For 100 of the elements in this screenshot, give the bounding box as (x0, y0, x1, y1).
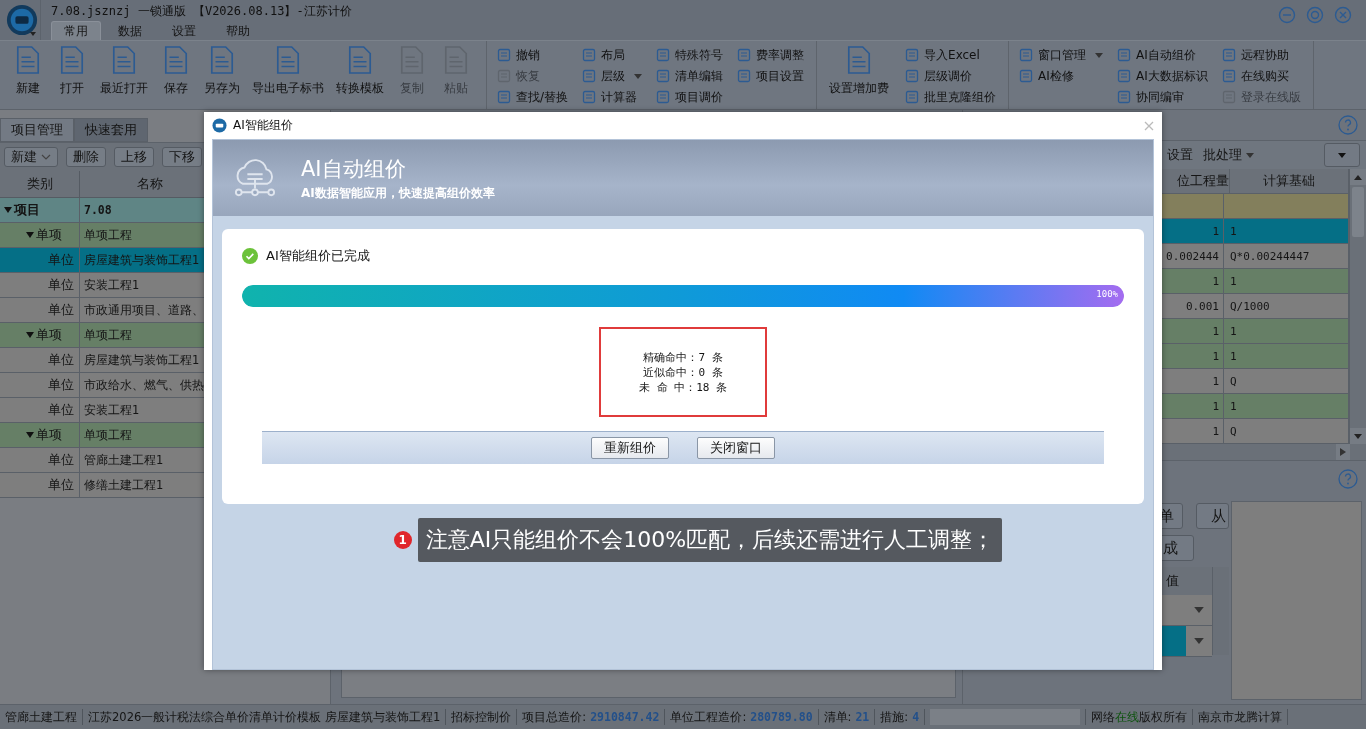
up-arrow-icon[interactable] (1354, 174, 1362, 180)
close-icon[interactable] (1144, 120, 1154, 131)
right-arrow-icon[interactable] (1340, 448, 1346, 456)
toolbar-button[interactable]: 查找/替换 (495, 87, 571, 107)
step-badge: 1 (393, 531, 412, 549)
table-cell: 1 (1212, 349, 1219, 363)
table-cell: 单项 (36, 326, 62, 344)
toolbar-button[interactable]: 新建 (8, 43, 48, 101)
document-icon (111, 46, 137, 74)
document-icon (1221, 69, 1236, 83)
expand-caret-icon[interactable] (26, 231, 34, 239)
ring-icon[interactable] (1306, 6, 1324, 24)
table-cell: 单项工程 (84, 327, 132, 343)
status-label: 单位工程造价: (670, 709, 747, 725)
expand-caret-icon[interactable] (26, 331, 34, 339)
toolbar-button[interactable]: 协同编审 (1115, 87, 1210, 107)
toolbar-button[interactable]: 设置 (1167, 146, 1193, 164)
toolbar-button[interactable]: 最近打开 (96, 43, 152, 101)
menu-tab[interactable]: 设置 (159, 21, 209, 40)
table-cell: 单项工程 (84, 427, 132, 443)
help-icon[interactable] (1338, 469, 1358, 489)
document-icon (1221, 48, 1236, 62)
toolbar-button[interactable]: 布局 (580, 45, 645, 65)
toolbar-button[interactable]: 项目设置 (735, 66, 807, 86)
table-cell: Q (1230, 424, 1237, 438)
document-icon (656, 48, 671, 62)
toolbar-button[interactable]: 从 (1196, 503, 1229, 529)
toolbar-button[interactable]: 在线购买 (1219, 66, 1303, 86)
dropdown-cell[interactable] (1162, 595, 1212, 626)
table-cell: 房屋建筑与装饰工程1 (84, 352, 200, 368)
toolbar-button[interactable]: 下移 (162, 147, 202, 167)
toolbar-button[interactable]: 清单编辑 (654, 66, 726, 86)
status-text: 江苏2026一般计税法综合单价清单计价模板 房屋建筑与装饰工程1 (88, 709, 441, 725)
table-cell: 1 (1230, 349, 1237, 363)
app-logo-icon[interactable] (6, 4, 38, 36)
toolbar-button[interactable]: 项目调价 (654, 87, 726, 107)
status-text: 南京市龙腾计算 (1198, 709, 1283, 725)
toolbar-button[interactable]: 另存为 (200, 43, 244, 101)
toolbar-button[interactable]: 层级 (580, 66, 645, 86)
minimize-icon[interactable] (1278, 6, 1296, 24)
menu-tab[interactable]: 帮助 (213, 21, 263, 40)
document-icon (1117, 90, 1132, 104)
caret-icon[interactable] (30, 32, 36, 36)
panel-tab[interactable]: 快速套用 (74, 118, 148, 142)
toolbar-button[interactable]: 导入Excel (903, 45, 999, 65)
toolbar-button[interactable]: 批里克隆组价 (903, 87, 999, 107)
close-icon[interactable] (1334, 6, 1352, 24)
dropdown-cell[interactable] (1162, 626, 1212, 657)
toolbar-button[interactable]: 特殊符号 (654, 45, 726, 65)
toolbar-button[interactable]: 计算器 (580, 87, 645, 107)
document-icon (497, 90, 511, 104)
status-label: 措施: (880, 709, 909, 725)
toolbar-button[interactable]: 删除 (66, 147, 106, 167)
toolbar-button[interactable]: 上移 (114, 147, 154, 167)
document-icon (582, 69, 597, 83)
document-icon (905, 48, 920, 62)
table-cell: Q*0.00244447 (1230, 249, 1310, 263)
toolbar-button[interactable]: 撤销 (495, 45, 571, 65)
toolbar-button[interactable]: 远程协助 (1219, 45, 1303, 65)
column-header[interactable]: 位工程量 (1169, 169, 1230, 193)
toolbar-button[interactable]: 设置增加费 (825, 43, 894, 101)
toolbar-button[interactable]: 保存 (156, 43, 196, 101)
document-icon (582, 90, 597, 104)
table-cell: 单位 (48, 276, 74, 294)
vertical-scrollbar[interactable] (1349, 169, 1366, 444)
toolbar-button[interactable]: 打开 (52, 43, 92, 101)
annotation-caption: 注意AI只能组价不会100%匹配，后续还需进行人工调整； (417, 518, 1003, 562)
toolbar-button[interactable]: AI检修 (1017, 66, 1106, 86)
table-cell: 1 (1212, 374, 1219, 388)
document-icon (209, 46, 235, 74)
expand-caret-icon[interactable] (4, 206, 12, 214)
menu-tab[interactable]: 数据 (105, 21, 155, 40)
dropdown-button[interactable] (1324, 143, 1360, 167)
panel-tab[interactable]: 项目管理 (0, 118, 74, 142)
table-cell: 单位 (48, 301, 74, 319)
table-cell: 单位 (48, 376, 74, 394)
table-cell: 1 (1212, 399, 1219, 413)
vertical-scrollbar[interactable] (1212, 567, 1229, 655)
dialog-button[interactable]: 关闭窗口 (697, 437, 775, 459)
down-arrow-icon[interactable] (1354, 433, 1362, 439)
column-header[interactable]: 类别 (0, 171, 80, 197)
toolbar-button[interactable]: AI大数据标识 (1115, 66, 1210, 86)
table-cell: 修缮土建工程1 (84, 477, 164, 493)
caret-icon (1338, 152, 1346, 158)
expand-caret-icon[interactable] (26, 431, 34, 439)
table-cell: 市政通用项目、道路、 (84, 302, 204, 318)
toolbar-button[interactable]: 新建 (4, 147, 58, 167)
table-cell: 1 (1230, 399, 1237, 413)
toolbar-button[interactable]: 层级调价 (903, 66, 999, 86)
toolbar-button[interactable]: AI自动组价 (1115, 45, 1210, 65)
toolbar-button[interactable]: 费率调整 (735, 45, 807, 65)
toolbar-button[interactable]: 批处理 (1203, 146, 1254, 164)
toolbar-button[interactable]: 窗口管理 (1017, 45, 1106, 65)
menu-tab[interactable]: 常用 (51, 21, 101, 40)
help-icon[interactable] (1338, 115, 1358, 135)
dialog-button[interactable]: 重新组价 (591, 437, 669, 459)
toolbar-button[interactable]: 导出电子标书 (248, 43, 328, 101)
table-cell: Q/1000 (1230, 299, 1270, 313)
table-cell: 1 (1212, 324, 1219, 338)
toolbar-button[interactable]: 转换模板 (332, 43, 388, 101)
